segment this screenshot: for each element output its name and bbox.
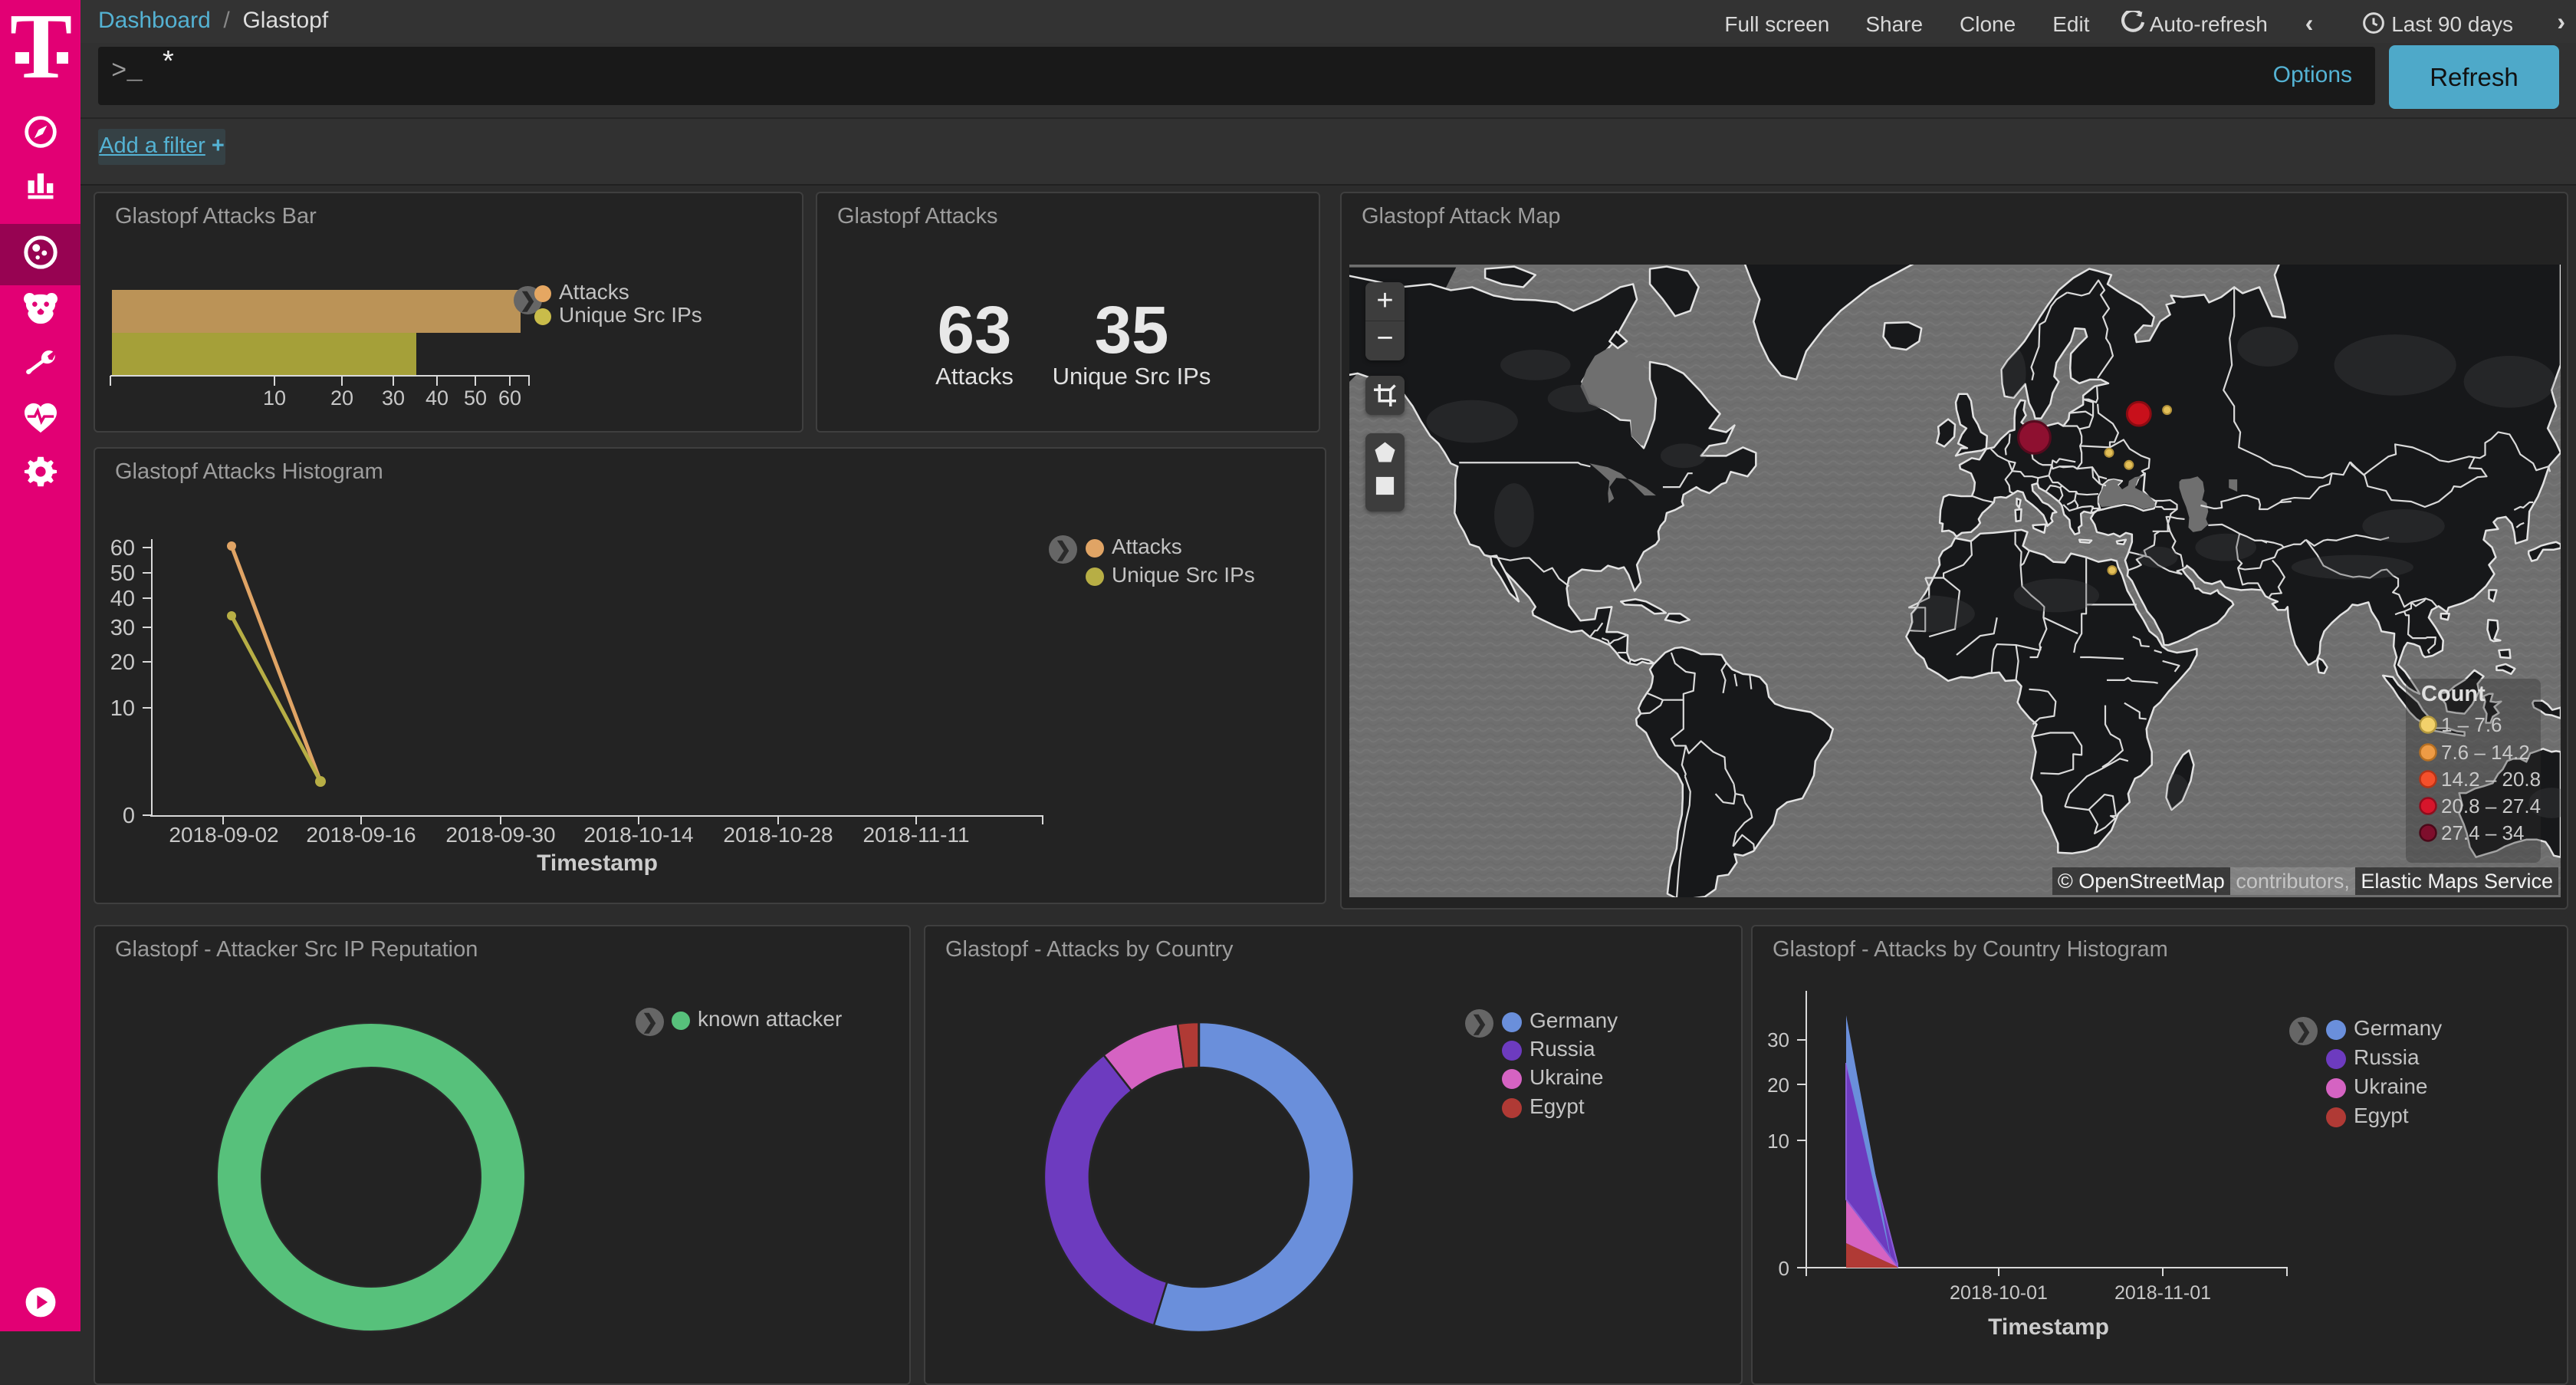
svg-text:10: 10 — [1767, 1130, 1789, 1153]
svg-text:40: 40 — [110, 587, 135, 611]
svg-text:2018-10-14: 2018-10-14 — [583, 823, 693, 847]
svg-text:30: 30 — [382, 387, 405, 410]
svg-text:40: 40 — [426, 387, 449, 410]
svg-text:Timestamp: Timestamp — [537, 850, 658, 876]
svg-text:2018-09-16: 2018-09-16 — [306, 823, 416, 847]
svg-text:0: 0 — [1779, 1257, 1789, 1280]
svg-text:30: 30 — [1767, 1028, 1789, 1051]
svg-text:2018-11-11: 2018-11-11 — [863, 823, 969, 847]
svg-text:10: 10 — [110, 696, 135, 721]
svg-text:2018-11-01: 2018-11-01 — [2114, 1282, 2211, 1304]
svg-text:30: 30 — [110, 616, 135, 640]
svg-text:50: 50 — [464, 387, 487, 410]
svg-text:10: 10 — [263, 387, 286, 410]
svg-text:2018-09-02: 2018-09-02 — [169, 823, 278, 847]
svg-text:0: 0 — [123, 804, 135, 828]
svg-text:Timestamp: Timestamp — [1988, 1314, 2109, 1340]
svg-text:60: 60 — [498, 387, 521, 410]
svg-text:60: 60 — [110, 536, 135, 561]
svg-text:50: 50 — [110, 561, 135, 586]
svg-text:2018-10-28: 2018-10-28 — [723, 823, 833, 847]
svg-text:2018-09-30: 2018-09-30 — [445, 823, 555, 847]
svg-text:2018-10-01: 2018-10-01 — [1950, 1282, 2048, 1304]
svg-text:20: 20 — [1767, 1074, 1789, 1097]
svg-text:20: 20 — [110, 650, 135, 675]
svg-text:20: 20 — [330, 387, 353, 410]
